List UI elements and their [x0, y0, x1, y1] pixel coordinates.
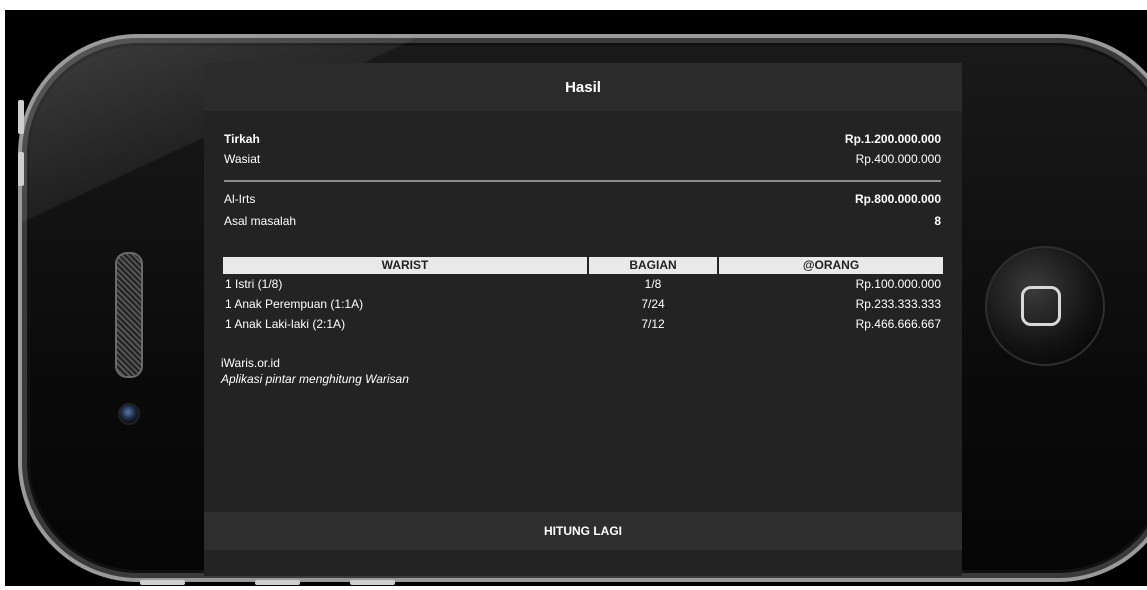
column-header-warist: WARIST [223, 257, 589, 274]
asal-masalah-label: Asal masalah [224, 214, 297, 228]
heir-name: 1 Anak Laki-laki (2:1A) [225, 317, 346, 331]
table-row: 1 Istri (1/8) 1/8 Rp.100.000.000 [223, 274, 943, 294]
alirts-value: Rp.800.000.000 [854, 192, 941, 206]
home-button-icon[interactable] [1021, 286, 1061, 326]
table-header-row: WARIST BAGIAN @ORANG [223, 257, 943, 274]
alirts-row: Al-Irts Rp.800.000.000 [224, 190, 941, 208]
heir-name: 1 Anak Perempuan (1:1A) [225, 297, 364, 311]
table-row: 1 Anak Perempuan (1:1A) 7/24 Rp.233.333.… [223, 294, 943, 314]
asal-masalah-row: Asal masalah 8 [224, 212, 941, 230]
heir-share: 7/12 [641, 317, 665, 331]
divider [224, 180, 941, 182]
heir-share: 1/8 [644, 277, 662, 291]
inheritance-table: WARIST BAGIAN @ORANG 1 Istri (1/8) 1/8 R… [223, 257, 943, 334]
tirkah-row: Tirkah Rp.1.200.000.000 [224, 130, 941, 148]
bottom-button [140, 580, 185, 585]
wasiat-row: Wasiat Rp.400.000.000 [224, 150, 941, 168]
tirkah-value: Rp.1.200.000.000 [844, 132, 941, 146]
bottom-button [255, 580, 300, 585]
camera-icon [118, 403, 140, 425]
site-name: iWaris.or.id [221, 356, 280, 370]
column-header-orang: @ORANG [718, 257, 943, 274]
heir-amount: Rp.233.333.333 [855, 297, 941, 311]
heir-amount: Rp.100.000.000 [855, 277, 941, 291]
tirkah-label: Tirkah [224, 132, 260, 146]
alirts-label: Al-Irts [224, 192, 256, 206]
asal-masalah-value: 8 [934, 214, 941, 228]
bottom-button [350, 580, 395, 585]
heir-share: 7/24 [641, 297, 665, 311]
heir-name: 1 Istri (1/8) [225, 277, 283, 291]
column-header-bagian: BAGIAN [588, 257, 719, 274]
volume-button [18, 152, 24, 186]
wasiat-label: Wasiat [224, 152, 261, 166]
speaker-grille [115, 252, 143, 378]
page-title: Hasil [204, 63, 962, 111]
app-screen: Hasil Tirkah Rp.1.200.000.000 Wasiat Rp.… [204, 63, 962, 576]
tagline: Aplikasi pintar menghitung Warisan [221, 372, 409, 386]
volume-button [18, 100, 24, 134]
table-row: 1 Anak Laki-laki (2:1A) 7/12 Rp.466.666.… [223, 314, 943, 334]
hitung-lagi-button[interactable]: HITUNG LAGI [204, 512, 962, 550]
wasiat-value: Rp.400.000.000 [855, 152, 941, 166]
heir-amount: Rp.466.666.667 [855, 317, 941, 331]
